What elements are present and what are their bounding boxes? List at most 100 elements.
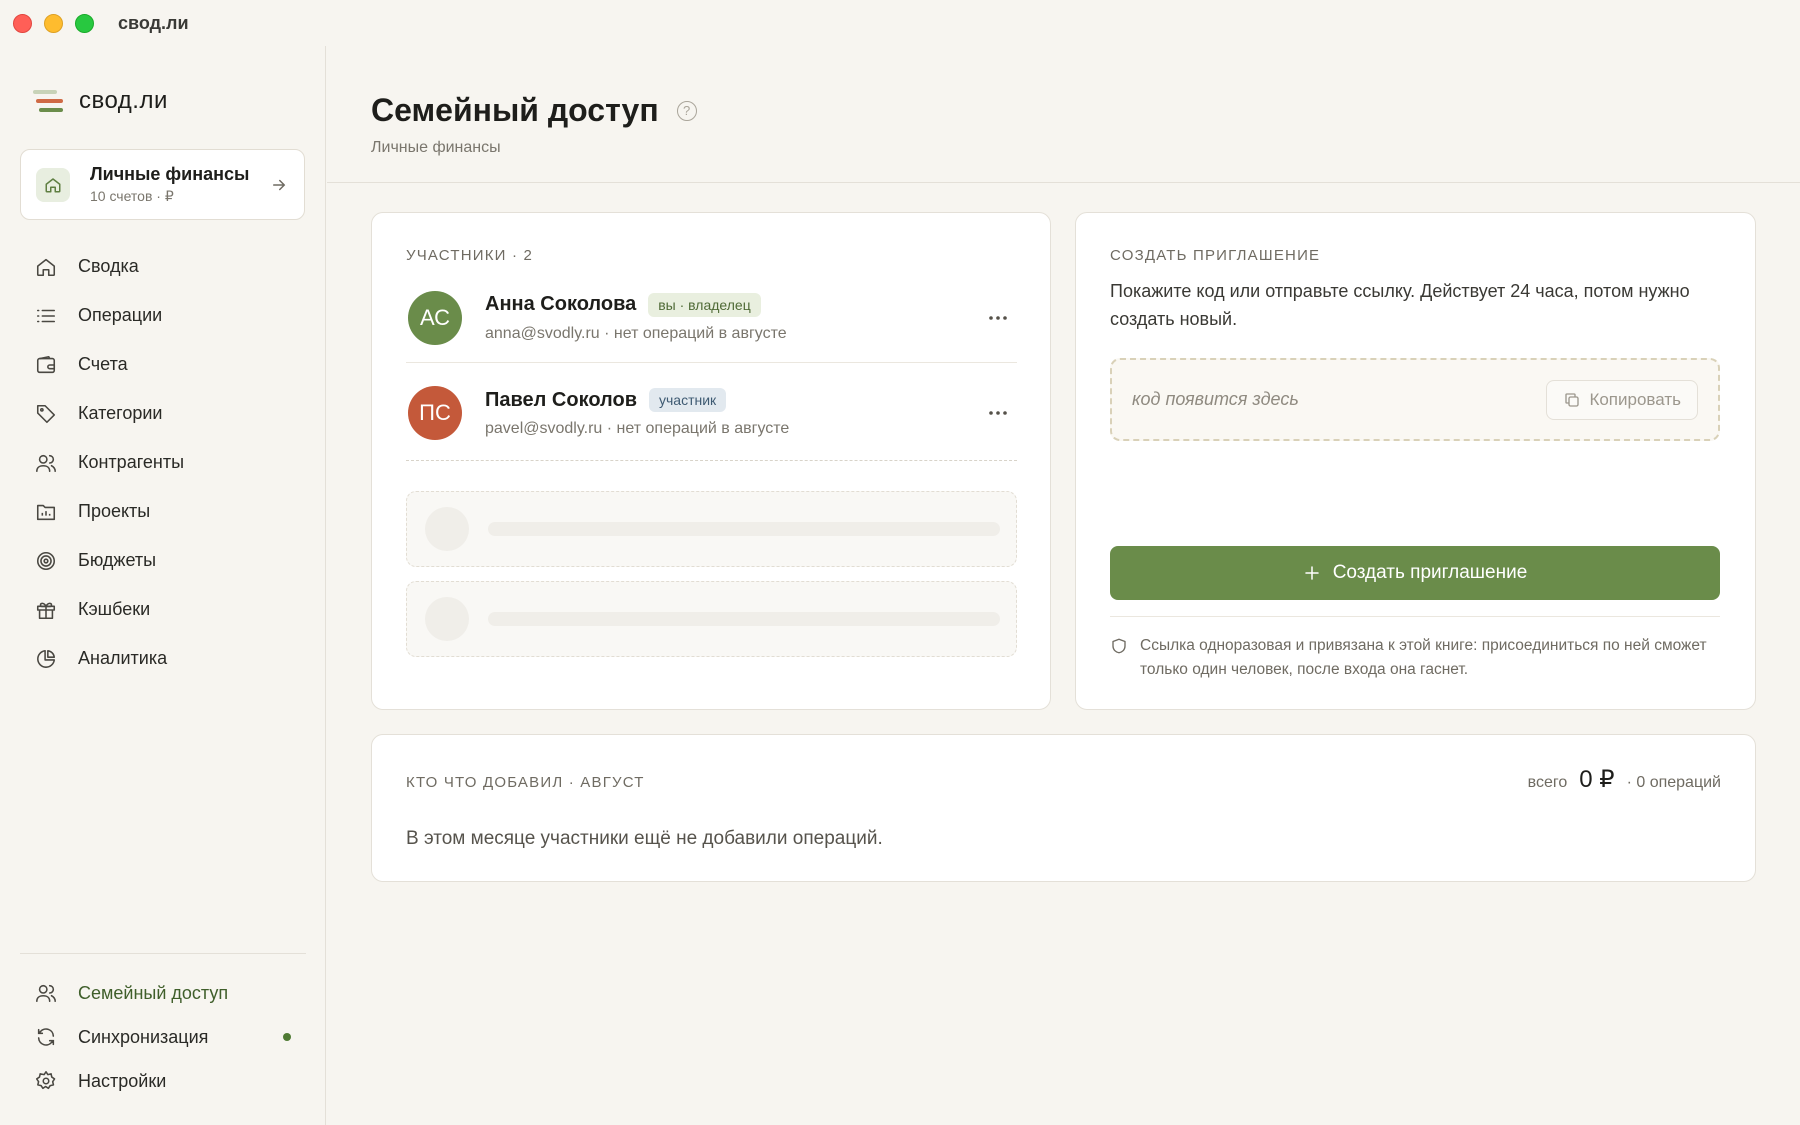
brand-name: свод.ли bbox=[79, 87, 168, 114]
brand-logo-icon bbox=[33, 88, 65, 114]
nav-item-family-access[interactable]: Семейный доступ bbox=[20, 971, 305, 1015]
book-title: Личные финансы bbox=[90, 164, 250, 184]
activity-total: всего 0 ₽ · 0 операций bbox=[1528, 765, 1721, 794]
activity-empty-text: В этом месяце участники ещё не добавили … bbox=[406, 828, 883, 849]
more-horizontal-icon bbox=[989, 315, 1007, 320]
more-options-button[interactable] bbox=[981, 301, 1015, 335]
window-controls bbox=[13, 13, 94, 33]
nav-item-label: Семейный доступ bbox=[78, 982, 229, 1003]
activity-card: КТО ЧТО ДОБАВИЛ · АВГУСТ всего 0 ₽ · 0 о… bbox=[371, 734, 1756, 882]
activity-label: КТО ЧТО ДОБАВИЛ · АВГУСТ bbox=[406, 774, 645, 791]
member-placeholder bbox=[406, 581, 1017, 657]
home-icon bbox=[34, 255, 58, 279]
avatar: АС bbox=[408, 290, 462, 345]
users-icon bbox=[34, 981, 58, 1005]
folder-chart-icon bbox=[34, 500, 58, 524]
close-window-button[interactable] bbox=[13, 13, 32, 33]
nav-item-label: Проекты bbox=[78, 501, 151, 521]
member-name: Анна Соколова bbox=[485, 293, 637, 315]
book-subtitle: 10 счетов · ₽ bbox=[90, 188, 174, 204]
main-content: Семейный доступ ? Личные финансы УЧАСТНИ… bbox=[327, 46, 1800, 1125]
wallet-icon bbox=[34, 353, 58, 377]
nav-item-categories[interactable]: Категории bbox=[20, 389, 305, 438]
book-switcher[interactable]: Личные финансы 10 счетов · ₽ bbox=[20, 149, 305, 220]
members-label: УЧАСТНИКИ · 2 bbox=[406, 247, 534, 264]
invite-code-box: код появится здесь Копировать bbox=[1110, 358, 1720, 441]
more-horizontal-icon bbox=[989, 411, 1007, 415]
member-row: ПС Павел Соколов участник pavel@svodly.r… bbox=[406, 366, 1017, 461]
app-window: свод.ли свод.ли Личные финансы 10 счетов… bbox=[0, 0, 1800, 1125]
users-icon bbox=[34, 451, 58, 475]
shield-icon bbox=[1112, 638, 1126, 654]
create-invite-label: Создать приглашение bbox=[1332, 562, 1528, 583]
nav-item-sync[interactable]: Синхронизация bbox=[20, 1015, 305, 1059]
brand: свод.ли bbox=[33, 87, 168, 115]
page-header: Семейный доступ ? Личные финансы bbox=[327, 46, 1800, 183]
page-subtitle: Личные финансы bbox=[371, 139, 501, 156]
invite-label: СОЗДАТЬ ПРИГЛАШЕНИЕ bbox=[1110, 247, 1321, 264]
plus-icon bbox=[1304, 566, 1319, 580]
nav-item-label: Сводка bbox=[78, 256, 139, 276]
sidebar: свод.ли Личные финансы 10 счетов · ₽ Сво… bbox=[0, 46, 326, 1125]
nav-item-label: Синхронизация bbox=[78, 1026, 209, 1047]
nav-item-label: Кэшбеки bbox=[78, 599, 151, 619]
total-suffix: · 0 операций bbox=[1626, 774, 1721, 791]
nav-item-label: Аналитика bbox=[78, 648, 168, 668]
nav-item-label: Категории bbox=[78, 403, 163, 423]
more-options-button[interactable] bbox=[981, 396, 1015, 430]
nav-item-label: Операции bbox=[78, 305, 163, 325]
nav-item-cashbacks[interactable]: Кэшбеки bbox=[20, 585, 305, 634]
nav-item-summary[interactable]: Сводка bbox=[20, 242, 305, 291]
nav-item-operations[interactable]: Операции bbox=[20, 291, 305, 340]
minimize-window-button[interactable] bbox=[44, 13, 63, 33]
main-nav: Сводка Операции Счета Категории Контраге… bbox=[20, 242, 305, 683]
maximize-window-button[interactable] bbox=[75, 13, 94, 33]
pie-chart-icon bbox=[34, 647, 58, 671]
nav-item-analytics[interactable]: Аналитика bbox=[20, 634, 305, 683]
nav-item-label: Настройки bbox=[78, 1070, 167, 1091]
nav-item-label: Контрагенты bbox=[78, 452, 185, 472]
sidebar-divider bbox=[20, 953, 306, 954]
role-badge: вы · владелец bbox=[648, 292, 761, 317]
tag-icon bbox=[34, 402, 58, 426]
role-badge: участник bbox=[649, 388, 727, 412]
page-title: Семейный доступ bbox=[371, 92, 659, 128]
placeholder-avatar bbox=[425, 507, 469, 551]
bottom-nav: Семейный доступ Синхронизация Настройки bbox=[20, 971, 305, 1103]
arrow-right-icon bbox=[270, 176, 288, 194]
member-placeholder bbox=[406, 491, 1017, 567]
sync-icon bbox=[34, 1025, 58, 1049]
window-title: свод.ли bbox=[118, 12, 189, 33]
total-prefix: всего bbox=[1527, 774, 1568, 791]
nav-item-accounts[interactable]: Счета bbox=[20, 340, 305, 389]
nav-item-label: Счета bbox=[78, 354, 128, 374]
invite-description: Покажите код или отправьте ссылку. Дейст… bbox=[1110, 281, 1690, 329]
gear-icon bbox=[34, 1069, 58, 1093]
create-invite-button[interactable]: Создать приглашение bbox=[1110, 546, 1720, 600]
title-bar: свод.ли bbox=[0, 0, 1800, 46]
member-name: Павел Соколов bbox=[485, 388, 637, 411]
nav-item-projects[interactable]: Проекты bbox=[20, 487, 305, 536]
invite-card: СОЗДАТЬ ПРИГЛАШЕНИЕ Покажите код или отп… bbox=[1075, 212, 1756, 710]
member-meta: anna@svodly.ru · нет операций в августе bbox=[485, 324, 787, 342]
nav-item-settings[interactable]: Настройки bbox=[20, 1059, 305, 1103]
member-row: АС Анна Соколова вы · владелец anna@svod… bbox=[406, 273, 1017, 363]
gift-icon bbox=[34, 598, 58, 622]
copy-button-label: Копировать bbox=[1589, 389, 1681, 409]
help-icon[interactable]: ? bbox=[676, 100, 697, 121]
invite-divider bbox=[1110, 616, 1720, 617]
copy-icon bbox=[1565, 392, 1580, 407]
placeholder-avatar bbox=[425, 597, 469, 641]
target-icon bbox=[34, 549, 58, 573]
members-card: УЧАСТНИКИ · 2 АС Анна Соколова вы · влад… bbox=[371, 212, 1051, 710]
invite-code-placeholder: код появится здесь bbox=[1132, 389, 1299, 409]
list-icon bbox=[34, 304, 58, 328]
nav-item-budgets[interactable]: Бюджеты bbox=[20, 536, 305, 585]
placeholder-line bbox=[488, 522, 1000, 536]
sync-status-dot bbox=[283, 1033, 291, 1041]
nav-item-counterparties[interactable]: Контрагенты bbox=[20, 438, 305, 487]
home-icon bbox=[36, 167, 70, 202]
invite-note: Ссылка одноразовая и привязана к этой кн… bbox=[1110, 634, 1720, 682]
copy-button[interactable]: Копировать bbox=[1546, 379, 1698, 420]
placeholder-line bbox=[488, 612, 1000, 626]
